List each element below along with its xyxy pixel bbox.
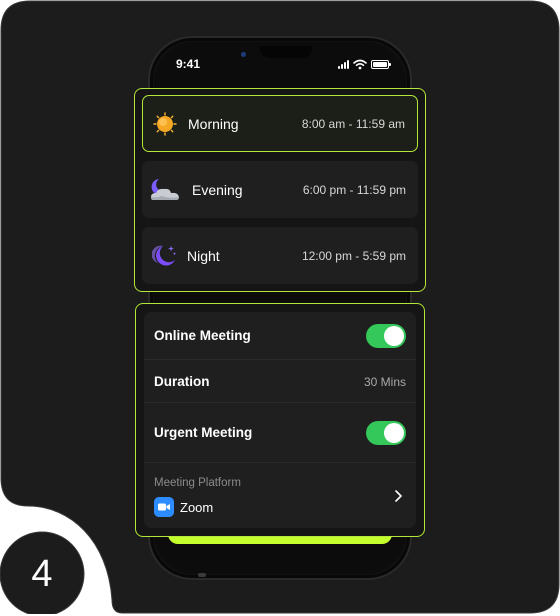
meeting-settings-panel: Online Meeting Duration 30 Mins Urgent M… bbox=[135, 303, 425, 537]
time-slot-evening[interactable]: Evening 6:00 pm - 11:59 pm bbox=[142, 161, 418, 218]
battery-icon bbox=[371, 59, 391, 69]
moon-cloud-icon bbox=[151, 178, 179, 200]
time-slot-range: 8:00 am - 11:59 am bbox=[301, 116, 405, 131]
time-slot-name: Evening bbox=[192, 181, 243, 198]
urgent-meeting-toggle[interactable] bbox=[366, 421, 406, 445]
time-slot-night[interactable]: Night 12:00 pm - 5:59 pm bbox=[142, 227, 418, 284]
time-slot-panel: Morning 8:00 am - 11:59 am Evening 6:00 … bbox=[134, 88, 426, 292]
time-slot-name: Morning bbox=[188, 115, 239, 132]
signal-icon bbox=[338, 59, 349, 69]
camera-icon bbox=[241, 52, 246, 57]
urgent-meeting-row: Urgent Meeting bbox=[144, 403, 416, 463]
feature-card: 9:41 Morning 8:00 am - 11:59 am Evening … bbox=[0, 0, 560, 614]
moon-stars-icon bbox=[152, 245, 177, 266]
wifi-icon bbox=[353, 59, 367, 69]
time-slot-range: 12:00 pm - 5:59 pm bbox=[301, 248, 406, 263]
home-indicator bbox=[198, 573, 206, 577]
status-icons bbox=[338, 58, 392, 70]
online-meeting-label: Online Meeting bbox=[154, 328, 251, 343]
meeting-platform-value: Zoom bbox=[180, 500, 214, 515]
time-slot-range: 6:00 pm - 11:59 pm bbox=[302, 182, 406, 197]
urgent-meeting-label: Urgent Meeting bbox=[154, 425, 253, 440]
chevron-right-icon bbox=[395, 490, 402, 502]
meeting-platform-row[interactable]: Meeting Platform Zoom bbox=[144, 463, 416, 528]
online-meeting-toggle[interactable] bbox=[366, 324, 406, 348]
duration-row[interactable]: Duration 30 Mins bbox=[144, 360, 416, 403]
time-slot-name: Night bbox=[187, 247, 220, 264]
duration-label: Duration bbox=[154, 374, 210, 389]
zoom-icon bbox=[154, 497, 174, 517]
sun-icon bbox=[153, 111, 177, 136]
status-time: 9:41 bbox=[176, 57, 201, 71]
duration-value: 30 Mins bbox=[363, 375, 406, 389]
step-number: 4 bbox=[31, 552, 53, 595]
phone-notch bbox=[260, 46, 312, 58]
meeting-platform-caption: Meeting Platform bbox=[154, 477, 241, 489]
settings-list: Online Meeting Duration 30 Mins Urgent M… bbox=[144, 312, 416, 528]
online-meeting-row: Online Meeting bbox=[144, 312, 416, 360]
time-slot-morning[interactable]: Morning 8:00 am - 11:59 am bbox=[142, 95, 418, 152]
